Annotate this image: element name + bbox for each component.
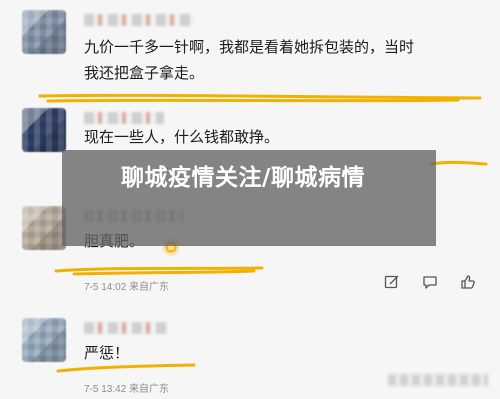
comment-text: 现在一些人，什么钱都敢挣。 <box>84 128 280 146</box>
title-overlay: 聊城疫情关注/聊城病情 <box>62 150 436 246</box>
username-redacted <box>84 112 164 124</box>
username-redacted <box>84 322 168 334</box>
comment-text: 九价一千多一针啊，我都是看着她拆包装的，当时 <box>84 38 415 56</box>
comment-text: 我还把盒子拿走。 <box>84 64 205 82</box>
avatar[interactable] <box>22 206 66 250</box>
comment-icon[interactable] <box>422 274 438 290</box>
highlight-scribble <box>56 362 196 374</box>
comment-text: 严惩！ <box>84 344 130 362</box>
comment-actions <box>384 274 476 290</box>
edit-icon[interactable] <box>384 274 400 290</box>
avatar[interactable] <box>22 318 66 362</box>
avatar[interactable] <box>22 10 66 54</box>
comment-timestamp: 7-5 13:42 来自广东 <box>84 384 170 395</box>
like-icon[interactable] <box>460 274 476 290</box>
highlight-scribble <box>430 158 488 170</box>
watermark-redacted <box>388 374 488 386</box>
username-redacted <box>84 14 194 26</box>
comment-timestamp: 7-5 14:02 来自广东 <box>84 282 170 293</box>
highlight-scribble <box>38 92 482 104</box>
overlay-title: 聊城疫情关注/聊城病情 <box>121 165 365 191</box>
avatar[interactable] <box>22 108 66 152</box>
highlight-scribble <box>54 264 264 276</box>
